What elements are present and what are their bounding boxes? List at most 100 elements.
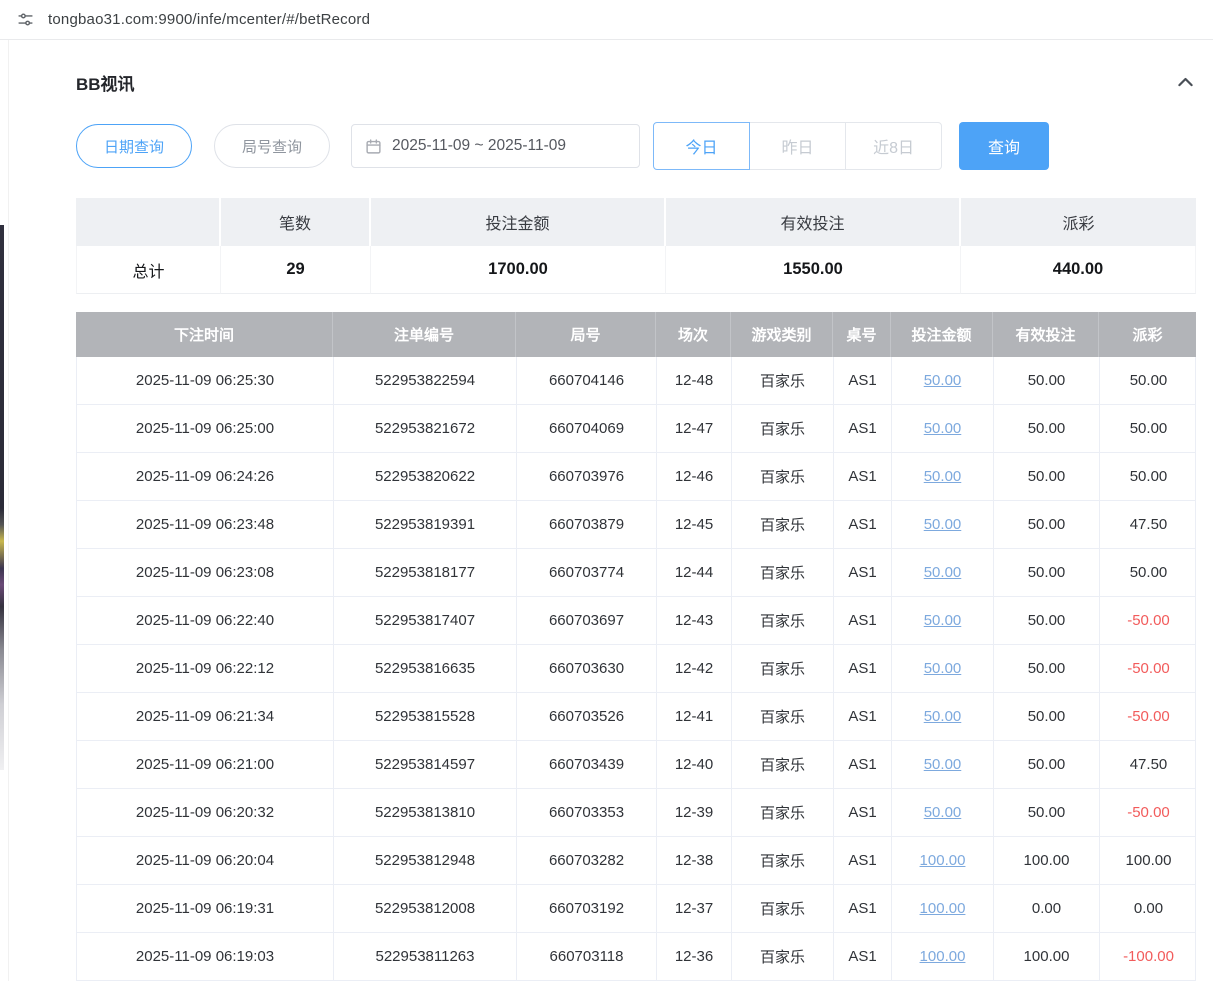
- cell-bet-time: 2025-11-09 06:23:48: [77, 501, 334, 548]
- date-range-picker[interactable]: 2025-11-09 ~ 2025-11-09: [351, 124, 640, 168]
- cell-bet-amount: 50.00: [892, 645, 994, 692]
- table-row: 2025-11-09 06:20:32522953813810660703353…: [77, 789, 1195, 837]
- cell-payout: 50.00: [1100, 405, 1197, 452]
- cell-valid-bet: 50.00: [994, 357, 1100, 404]
- cell-table-id: AS1: [834, 693, 892, 740]
- cell-bet-amount: 50.00: [892, 693, 994, 740]
- collapse-section-button[interactable]: [1175, 72, 1196, 93]
- bet-amount-link[interactable]: 50.00: [924, 564, 962, 581]
- cell-game-type: 百家乐: [732, 453, 834, 500]
- cell-bet-amount: 50.00: [892, 789, 994, 836]
- cell-game-type: 百家乐: [732, 501, 834, 548]
- cell-order-id: 522953821672: [334, 405, 517, 452]
- bet-amount-link[interactable]: 50.00: [924, 708, 962, 725]
- cell-order-id: 522953811263: [334, 933, 517, 980]
- cell-bet-time: 2025-11-09 06:22:40: [77, 597, 334, 644]
- cell-bet-time: 2025-11-09 06:19:03: [77, 933, 334, 980]
- site-info-icon[interactable]: [17, 11, 34, 28]
- cell-valid-bet: 50.00: [994, 453, 1100, 500]
- cell-bet-time: 2025-11-09 06:20:04: [77, 837, 334, 884]
- bet-table-header: 下注时间注单编号局号场次游戏类别桌号投注金额有效投注派彩: [76, 312, 1196, 357]
- bet-amount-link[interactable]: 50.00: [924, 468, 962, 485]
- cell-session: 12-47: [657, 405, 732, 452]
- summary-header-count: 笔数: [221, 198, 371, 246]
- summary-header-bet-amount: 投注金额: [371, 198, 666, 246]
- browser-url-bar: tongbao31.com:9900/infe/mcenter/#/betRec…: [0, 0, 1213, 40]
- summary-count-value: 29: [221, 246, 371, 294]
- cell-game-type: 百家乐: [732, 885, 834, 932]
- table-row: 2025-11-09 06:24:26522953820622660703976…: [77, 453, 1195, 501]
- summary-bet-amount-value: 1700.00: [371, 246, 666, 294]
- bet-amount-link[interactable]: 50.00: [924, 612, 962, 629]
- cell-valid-bet: 50.00: [994, 645, 1100, 692]
- summary-table: 笔数 投注金额 有效投注 派彩 总计 29 1700.00 1550.00 44…: [76, 198, 1196, 294]
- summary-header-valid-bet: 有效投注: [666, 198, 961, 246]
- bet-amount-link[interactable]: 50.00: [924, 660, 962, 677]
- cell-order-id: 522953813810: [334, 789, 517, 836]
- cell-payout: 47.50: [1100, 741, 1197, 788]
- cell-session: 12-44: [657, 549, 732, 596]
- cell-bet-time: 2025-11-09 06:22:12: [77, 645, 334, 692]
- cell-bet-amount: 50.00: [892, 549, 994, 596]
- bet-amount-link[interactable]: 50.00: [924, 516, 962, 533]
- cell-payout: 47.50: [1100, 501, 1197, 548]
- cell-valid-bet: 100.00: [994, 933, 1100, 980]
- table-column-header: 投注金额: [891, 312, 993, 357]
- cell-table-id: AS1: [834, 405, 892, 452]
- bet-amount-link[interactable]: 50.00: [924, 756, 962, 773]
- cell-game-type: 百家乐: [732, 837, 834, 884]
- summary-header-blank: [76, 198, 221, 246]
- bet-amount-link[interactable]: 100.00: [920, 900, 966, 917]
- cell-order-id: 522953820622: [334, 453, 517, 500]
- cell-round-id: 660703879: [517, 501, 657, 548]
- search-button[interactable]: 查询: [959, 122, 1049, 170]
- cell-session: 12-38: [657, 837, 732, 884]
- cell-round-id: 660703282: [517, 837, 657, 884]
- cell-round-id: 660704069: [517, 405, 657, 452]
- url-text[interactable]: tongbao31.com:9900/infe/mcenter/#/betRec…: [48, 11, 370, 28]
- cell-valid-bet: 50.00: [994, 789, 1100, 836]
- cell-game-type: 百家乐: [732, 741, 834, 788]
- cell-order-id: 522953812948: [334, 837, 517, 884]
- table-column-header: 局号: [516, 312, 656, 357]
- cell-bet-amount: 50.00: [892, 741, 994, 788]
- last-8-days-button[interactable]: 近8日: [845, 122, 942, 170]
- cell-bet-time: 2025-11-09 06:23:08: [77, 549, 334, 596]
- bet-amount-link[interactable]: 50.00: [924, 804, 962, 821]
- table-row: 2025-11-09 06:21:34522953815528660703526…: [77, 693, 1195, 741]
- table-row: 2025-11-09 06:22:12522953816635660703630…: [77, 645, 1195, 693]
- round-query-button[interactable]: 局号查询: [214, 124, 330, 168]
- cell-table-id: AS1: [834, 885, 892, 932]
- cell-payout: -100.00: [1100, 933, 1197, 980]
- cell-payout: 100.00: [1100, 837, 1197, 884]
- background-page-edge: [0, 225, 4, 770]
- table-row: 2025-11-09 06:19:03522953811263660703118…: [77, 933, 1195, 981]
- bet-amount-link[interactable]: 50.00: [924, 420, 962, 437]
- cell-bet-time: 2025-11-09 06:25:30: [77, 357, 334, 404]
- cell-payout: 50.00: [1100, 357, 1197, 404]
- summary-valid-bet-value: 1550.00: [666, 246, 961, 294]
- cell-valid-bet: 50.00: [994, 693, 1100, 740]
- cell-session: 12-43: [657, 597, 732, 644]
- table-column-header: 下注时间: [76, 312, 333, 357]
- cell-bet-amount: 50.00: [892, 357, 994, 404]
- table-row: 2025-11-09 06:21:00522953814597660703439…: [77, 741, 1195, 789]
- cell-round-id: 660703353: [517, 789, 657, 836]
- cell-table-id: AS1: [834, 741, 892, 788]
- cell-table-id: AS1: [834, 501, 892, 548]
- date-query-button[interactable]: 日期查询: [76, 124, 192, 168]
- yesterday-button[interactable]: 昨日: [749, 122, 846, 170]
- panel-title-row: BB视讯: [76, 40, 1196, 95]
- cell-order-id: 522953819391: [334, 501, 517, 548]
- table-column-header: 派彩: [1099, 312, 1196, 357]
- cell-valid-bet: 50.00: [994, 405, 1100, 452]
- cell-bet-amount: 50.00: [892, 453, 994, 500]
- bet-amount-link[interactable]: 50.00: [924, 372, 962, 389]
- cell-valid-bet: 50.00: [994, 501, 1100, 548]
- bet-amount-link[interactable]: 100.00: [920, 852, 966, 869]
- today-button[interactable]: 今日: [653, 122, 750, 170]
- bet-table-body: 2025-11-09 06:25:30522953822594660704146…: [76, 357, 1196, 981]
- cell-session: 12-42: [657, 645, 732, 692]
- cell-session: 12-41: [657, 693, 732, 740]
- bet-amount-link[interactable]: 100.00: [920, 948, 966, 965]
